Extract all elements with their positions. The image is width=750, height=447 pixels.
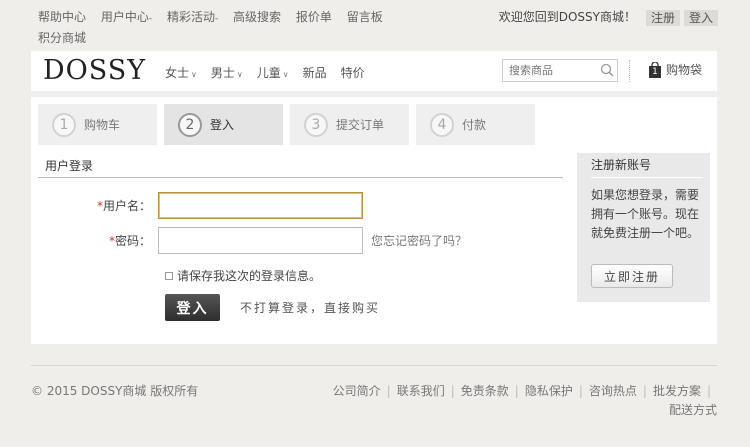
login-link[interactable]: 登入 [683,9,718,26]
main-panel: 1 购物车 2 登入 3 提交订单 4 付款 用户登录 *用户名： *密码： 您… [31,97,717,344]
username-label-text: 用户名： [102,199,151,213]
search-icon[interactable] [600,63,614,77]
footer-link-wholesale[interactable]: 批发方案 [653,384,701,398]
copyright: © 2015 DOSSY商城 版权所有 [31,384,199,398]
dropdown-marker: - [214,14,219,24]
topnav-events-label: 精彩活动 [166,10,215,24]
nav-new[interactable]: 新品 [303,64,327,81]
search-box [502,59,618,82]
topnav-user-center[interactable]: 用户中心- [101,8,152,29]
password-input[interactable] [158,227,363,254]
search-input[interactable] [503,60,595,81]
password-label-text: 密码： [114,234,151,248]
step-label: 付款 [462,118,487,132]
register-title: 注册新账号 [591,156,703,178]
password-label: *密码： [31,232,158,249]
topnav-events[interactable]: 精彩活动- [167,8,218,29]
chevron-down-icon: ∨ [191,70,197,79]
topnav-advanced-search[interactable]: 高级搜索 [233,8,281,27]
nav-women[interactable]: 女士 ∨ [165,64,197,81]
separator: | [450,384,455,398]
account-links: 欢迎您回到DOSSY商城！ 注册 登入 [499,8,718,27]
header-divider [629,60,630,82]
footer-link-disclaimer[interactable]: 免责条款 [461,384,509,398]
step-submit-order: 3 提交订单 [290,104,409,145]
step-payment: 4 付款 [416,104,535,145]
separator: | [642,384,647,398]
step-label: 购物车 [84,118,121,132]
logo[interactable]: DOSSY [43,55,146,86]
register-now-button[interactable]: 立即注册 [591,264,673,288]
forgot-password-link[interactable]: 您忘记密码了吗？ [371,232,467,249]
site-header: DOSSY 女士∨ 男士∨ 儿童∨ 新品 特价 1 购物袋 [31,51,717,91]
footer-links: 公司简介 | 联系我们 | 免责条款 | 隐私保护 | 咨询热点 | 批发方案 | 配送方式 [297,382,717,420]
remember-me[interactable]: 请保存我这次的登录信息。 [165,267,321,284]
topnav-points-mall[interactable]: 积分商城 [38,29,86,48]
login-section-title: 用户登录 [38,157,563,178]
step-label: 登入 [210,118,235,132]
footer-link-shipping[interactable]: 配送方式 [669,403,717,417]
chevron-down-icon: ∨ [282,70,289,79]
nav-men[interactable]: 男士 ∨ [211,64,243,81]
username-row: *用户名： [31,192,363,219]
register-panel: 注册新账号 如果您想登录，需要拥有一个账号。现在就免费注册一个吧。 立即注册 [577,153,710,302]
topnav-message-board[interactable]: 留言板 [347,8,383,27]
top-bar: 帮助中心 用户中心- 精彩活动- 高级搜索 报价单 留言板 积分商城 欢迎您回到… [38,8,718,45]
shopping-bag-icon: 1 [648,60,662,78]
guest-checkout-link[interactable]: 不打算登录，直接购买 [240,299,380,316]
topnav-help[interactable]: 帮助中心 [38,8,86,27]
register-link[interactable]: 注册 [645,9,680,26]
nav-kids-label: 儿童 [256,66,281,80]
dropdown-marker: - [148,14,153,24]
main-nav: 女士 ∨ 男士 ∨ 儿童 ∨ 新品 特价 [165,64,365,81]
footer-link-faq[interactable]: 咨询热点 [589,384,637,398]
footer-link-contact[interactable]: 联系我们 [397,384,445,398]
separator: | [578,384,583,398]
footer-link-privacy[interactable]: 隐私保护 [525,384,573,398]
nav-sale[interactable]: 特价 [341,64,365,81]
top-nav: 帮助中心 用户中心- 精彩活动- 高级搜索 报价单 留言板 积分商城 [38,8,398,48]
separator: | [514,384,519,398]
register-text: 如果您想登录，需要拥有一个账号。现在就免费注册一个吧。 [591,188,700,240]
username-input[interactable] [158,192,363,219]
remember-label: 请保存我这次的登录信息。 [177,269,322,283]
step-number: 1 [52,112,76,137]
cart-label: 购物袋 [666,63,703,77]
username-label: *用户名： [31,197,158,214]
separator: | [386,384,391,398]
welcome-text: 欢迎您回到DOSSY商城！ [498,10,636,24]
step-cart: 1 购物车 [38,104,157,145]
step-number: 4 [430,112,454,137]
nav-women-label: 女士 [165,66,190,80]
topnav-quote[interactable]: 报价单 [296,8,332,27]
topnav-user-center-label: 用户中心 [100,10,149,24]
chevron-down-icon: ∨ [236,70,243,79]
login-button[interactable]: 登入 [165,294,220,321]
remember-checkbox[interactable] [165,271,173,280]
footer-link-about[interactable]: 公司简介 [333,384,381,398]
step-number: 2 [178,112,202,137]
password-row: *密码： 您忘记密码了吗？ [31,227,467,254]
cart-count: 1 [652,66,658,77]
footer-divider [31,365,717,366]
step-number: 3 [304,112,328,137]
checkout-steps: 1 购物车 2 登入 3 提交订单 4 付款 [38,104,535,145]
step-label: 提交订单 [336,118,385,132]
cart-button[interactable]: 1 购物袋 [648,60,703,78]
nav-kids[interactable]: 儿童 ∨ [257,64,289,81]
separator: | [706,384,711,398]
submit-row: 登入 不打算登录，直接购买 [165,294,380,321]
step-login: 2 登入 [164,104,283,145]
nav-men-label: 男士 [210,66,235,80]
